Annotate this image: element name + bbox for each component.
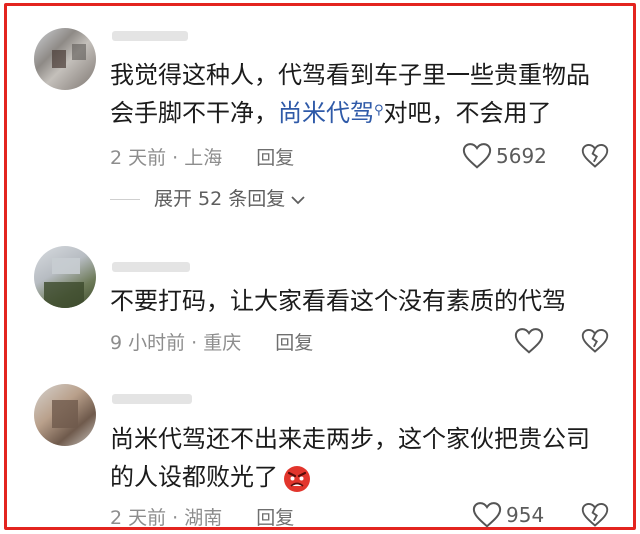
reply-button[interactable]: 回复 [275,332,313,354]
avatar[interactable] [34,28,96,90]
comment-text: 尚米代驾还不出来走两步，这个家伙把贵公司 的人设都败光了 [110,425,590,492]
comment-meta: 2 天前 · 上海 回复 [110,147,295,169]
mention-link[interactable]: 尚米代驾 [278,99,374,127]
search-icon[interactable]: ⚲ [374,103,384,118]
reply-button[interactable]: 回复 [256,507,294,529]
avatar[interactable] [34,246,96,308]
dislike-broken-heart-icon[interactable] [581,501,609,529]
comment-meta: 2 天前 · 湖南 回复 [110,507,295,529]
comment-text: 不要打码，让大家看看这个没有素质的代驾 [110,287,566,315]
reply-button[interactable]: 回复 [256,147,294,169]
username-blurred[interactable] [112,262,190,272]
comment-location: 重庆 [203,332,242,354]
expand-replies-label: 展开 52 条回复 [154,188,286,210]
comment-text: 我觉得这种人，代驾看到车子里一些贵重物品 会手脚不干净，尚米代驾⚲对吧，不会用了 [110,61,590,127]
comment-meta: 9 小时前 · 重庆 回复 [110,332,314,354]
comment-location: 湖南 [184,507,223,529]
like-heart-icon[interactable] [514,327,544,355]
angry-face-emoji [284,466,310,492]
comment-time: 9 小时前 [110,332,186,354]
dislike-broken-heart-icon[interactable] [581,327,609,355]
comment-time: 2 天前 [110,147,167,169]
avatar[interactable] [34,384,96,446]
comment-time: 2 天前 [110,507,167,529]
like-count: 954 [506,503,545,527]
dislike-broken-heart-icon[interactable] [581,142,609,170]
expand-replies-button[interactable]: 展开 52 条回复 [110,184,305,211]
like-heart-icon[interactable] [462,142,492,170]
username-blurred[interactable] [112,394,192,404]
username-blurred[interactable] [112,31,188,41]
like-heart-icon[interactable] [472,501,502,529]
divider-line [110,199,140,200]
chevron-down-icon [291,195,305,204]
like-count: 5692 [496,144,547,168]
comment-location: 上海 [184,147,223,169]
